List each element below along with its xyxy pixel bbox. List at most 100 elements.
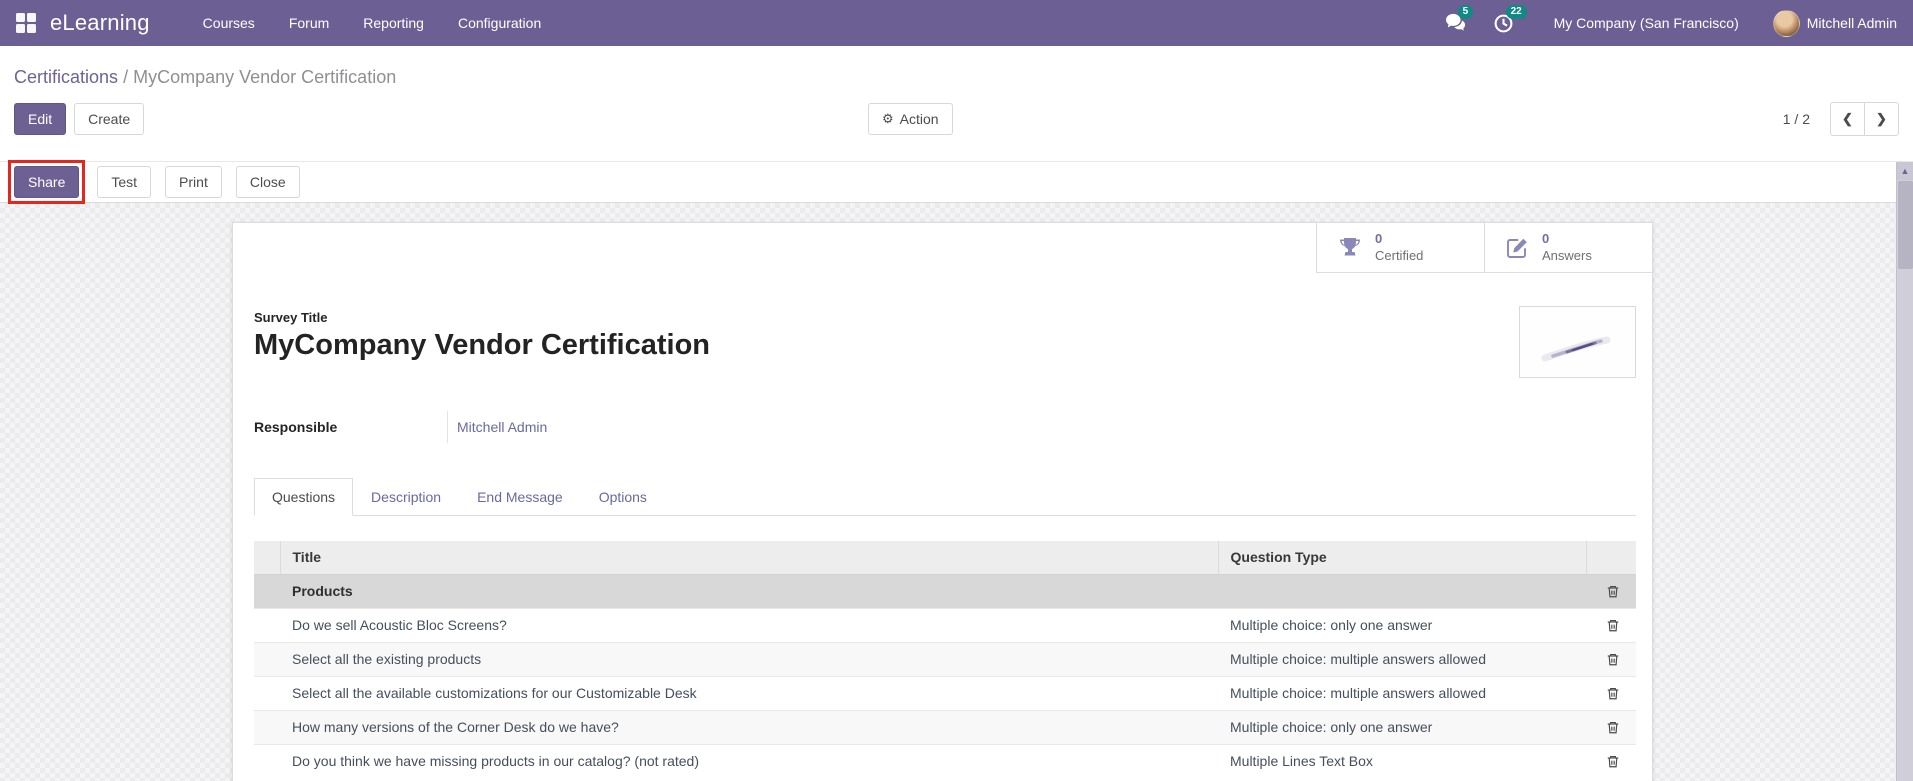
tab-options[interactable]: Options <box>581 478 665 516</box>
breadcrumb: Certifications / MyCompany Vendor Certif… <box>14 46 1899 102</box>
user-avatar <box>1772 9 1800 37</box>
vertical-scrollbar[interactable]: ▲ <box>1896 162 1913 781</box>
messages-menu[interactable]: 5 <box>1445 5 1474 33</box>
scrollbar-thumb[interactable] <box>1898 181 1913 269</box>
trash-icon[interactable] <box>1598 686 1620 701</box>
question-type-cell: Multiple choice: multiple answers allowe… <box>1218 675 1586 710</box>
action-label: Action <box>899 110 939 127</box>
question-title-cell: How many versions of the Corner Desk do … <box>280 709 1218 744</box>
app-name[interactable]: eLearning <box>50 10 150 36</box>
drag-handle-cell <box>254 641 280 676</box>
responsible-field-row: Responsible Mitchell Admin <box>254 411 814 443</box>
questions-table-body: Products Do we sell Acoustic Bloc Screen… <box>254 573 1636 778</box>
share-button[interactable]: Share <box>14 165 80 199</box>
company-switcher[interactable]: My Company (San Francisco) <box>1554 15 1739 31</box>
survey-background-image <box>1519 306 1636 378</box>
highlight-box: Share <box>8 159 86 205</box>
question-type-cell: Multiple Lines Text Box <box>1218 743 1586 778</box>
close-button[interactable]: Close <box>235 165 300 199</box>
user-name: Mitchell Admin <box>1806 15 1897 31</box>
delete-cell <box>1586 709 1636 744</box>
survey-title-label: Survey Title <box>254 310 328 325</box>
nav-menu-forum[interactable]: Forum <box>272 2 346 44</box>
question-type-cell <box>1218 573 1586 608</box>
questions-table: Title Question Type Products Do we sell … <box>254 541 1636 778</box>
question-row[interactable]: How many versions of the Corner Desk do … <box>254 709 1636 744</box>
nav-menu-reporting[interactable]: Reporting <box>346 2 441 44</box>
drag-handle-cell <box>254 607 280 642</box>
edit-button[interactable]: Edit <box>14 102 67 136</box>
breadcrumb-separator: / <box>123 67 129 87</box>
handle-column-header <box>254 541 280 575</box>
question-type-cell: Multiple choice: only one answer <box>1218 607 1586 642</box>
chevron-left-icon: ❮ <box>1842 111 1853 127</box>
activities-menu[interactable]: 22 <box>1493 4 1527 34</box>
question-type-cell: Multiple choice: only one answer <box>1218 709 1586 744</box>
nav-menu-configuration[interactable]: Configuration <box>441 2 558 44</box>
test-button[interactable]: Test <box>97 165 152 199</box>
delete-cell <box>1586 743 1636 778</box>
trash-icon[interactable] <box>1598 720 1620 735</box>
drag-handle-cell <box>254 573 280 608</box>
pager-count: 1 / 2 <box>1782 111 1810 127</box>
control-panel-buttons: Edit Create ⚙ Action 1 / 2 ❮ ❯ <box>14 102 1899 136</box>
question-row[interactable]: Select all the existing products Multiple… <box>254 641 1636 676</box>
form-canvas: 0 Certified 0 Answers Survey Title MyCom… <box>0 203 1913 781</box>
trash-icon[interactable] <box>1598 618 1620 633</box>
pager-next-button[interactable]: ❯ <box>1864 102 1899 136</box>
delete-cell <box>1586 607 1636 642</box>
question-title-cell: Do we sell Acoustic Bloc Screens? <box>280 607 1218 642</box>
pager: 1 / 2 ❮ ❯ <box>1783 102 1899 136</box>
form-view-container: Share Test Print Close 0 Certified 0 Ans… <box>0 159 1913 781</box>
question-title-cell: Select all the available customizations … <box>280 675 1218 710</box>
question-row[interactable]: Do we sell Acoustic Bloc Screens? Multipl… <box>254 607 1636 642</box>
question-title-cell: Select all the existing products <box>280 641 1218 676</box>
action-button[interactable]: ⚙ Action <box>868 102 953 136</box>
messages-count-badge: 5 <box>1457 5 1474 19</box>
drag-handle-cell <box>254 743 280 778</box>
breadcrumb-parent[interactable]: Certifications <box>14 67 118 87</box>
delete-cell <box>1586 675 1636 710</box>
grid-square <box>27 24 36 33</box>
delete-cell <box>1586 641 1636 676</box>
chevron-right-icon: ❯ <box>1876 111 1887 127</box>
question-type-column-header: Question Type <box>1217 541 1586 575</box>
trash-icon[interactable] <box>1598 652 1620 667</box>
tab-end-message[interactable]: End Message <box>459 478 581 516</box>
create-button[interactable]: Create <box>74 102 145 136</box>
title-column-header: Title <box>279 541 1218 575</box>
drag-handle-cell <box>254 675 280 710</box>
form-sheet: 0 Certified 0 Answers Survey Title MyCom… <box>232 222 1653 781</box>
trash-icon[interactable] <box>1598 584 1620 599</box>
delete-cell <box>1586 573 1636 608</box>
question-title-cell: Do you think we have missing products in… <box>280 743 1218 778</box>
survey-title: MyCompany Vendor Certification <box>254 329 711 361</box>
triangle-up-icon: ▲ <box>1900 166 1910 176</box>
print-button[interactable]: Print <box>165 165 222 199</box>
gear-icon: ⚙ <box>882 111 894 127</box>
section-row[interactable]: Products <box>254 573 1636 608</box>
question-row[interactable]: Select all the available customizations … <box>254 675 1636 710</box>
main-menu: Courses Forum Reporting Configuration <box>186 2 559 44</box>
scroll-up-button[interactable]: ▲ <box>1897 162 1913 180</box>
trash-icon[interactable] <box>1598 754 1620 769</box>
tab-description[interactable]: Description <box>353 478 459 516</box>
apps-menu-icon[interactable] <box>16 13 36 33</box>
grid-square <box>16 13 25 22</box>
question-title-cell: Products <box>280 573 1218 608</box>
activities-count-badge: 22 <box>1505 4 1527 19</box>
control-panel: Certifications / MyCompany Vendor Certif… <box>0 46 1913 162</box>
grid-square <box>27 13 36 22</box>
responsible-label: Responsible <box>254 419 338 435</box>
questions-table-header: Title Question Type <box>254 541 1636 575</box>
pager-previous-button[interactable]: ❮ <box>1830 102 1865 136</box>
delete-column-header <box>1585 541 1636 575</box>
tab-questions[interactable]: Questions <box>254 478 354 516</box>
user-menu[interactable]: Mitchell Admin <box>1772 9 1897 37</box>
drag-handle-cell <box>254 709 280 744</box>
responsible-value-link[interactable]: Mitchell Admin <box>447 411 814 443</box>
nav-menu-courses[interactable]: Courses <box>186 2 272 44</box>
top-navbar: eLearning Courses Forum Reporting Configura… <box>0 0 1913 46</box>
question-row[interactable]: Do you think we have missing products in… <box>254 743 1636 778</box>
grid-square <box>16 24 25 33</box>
